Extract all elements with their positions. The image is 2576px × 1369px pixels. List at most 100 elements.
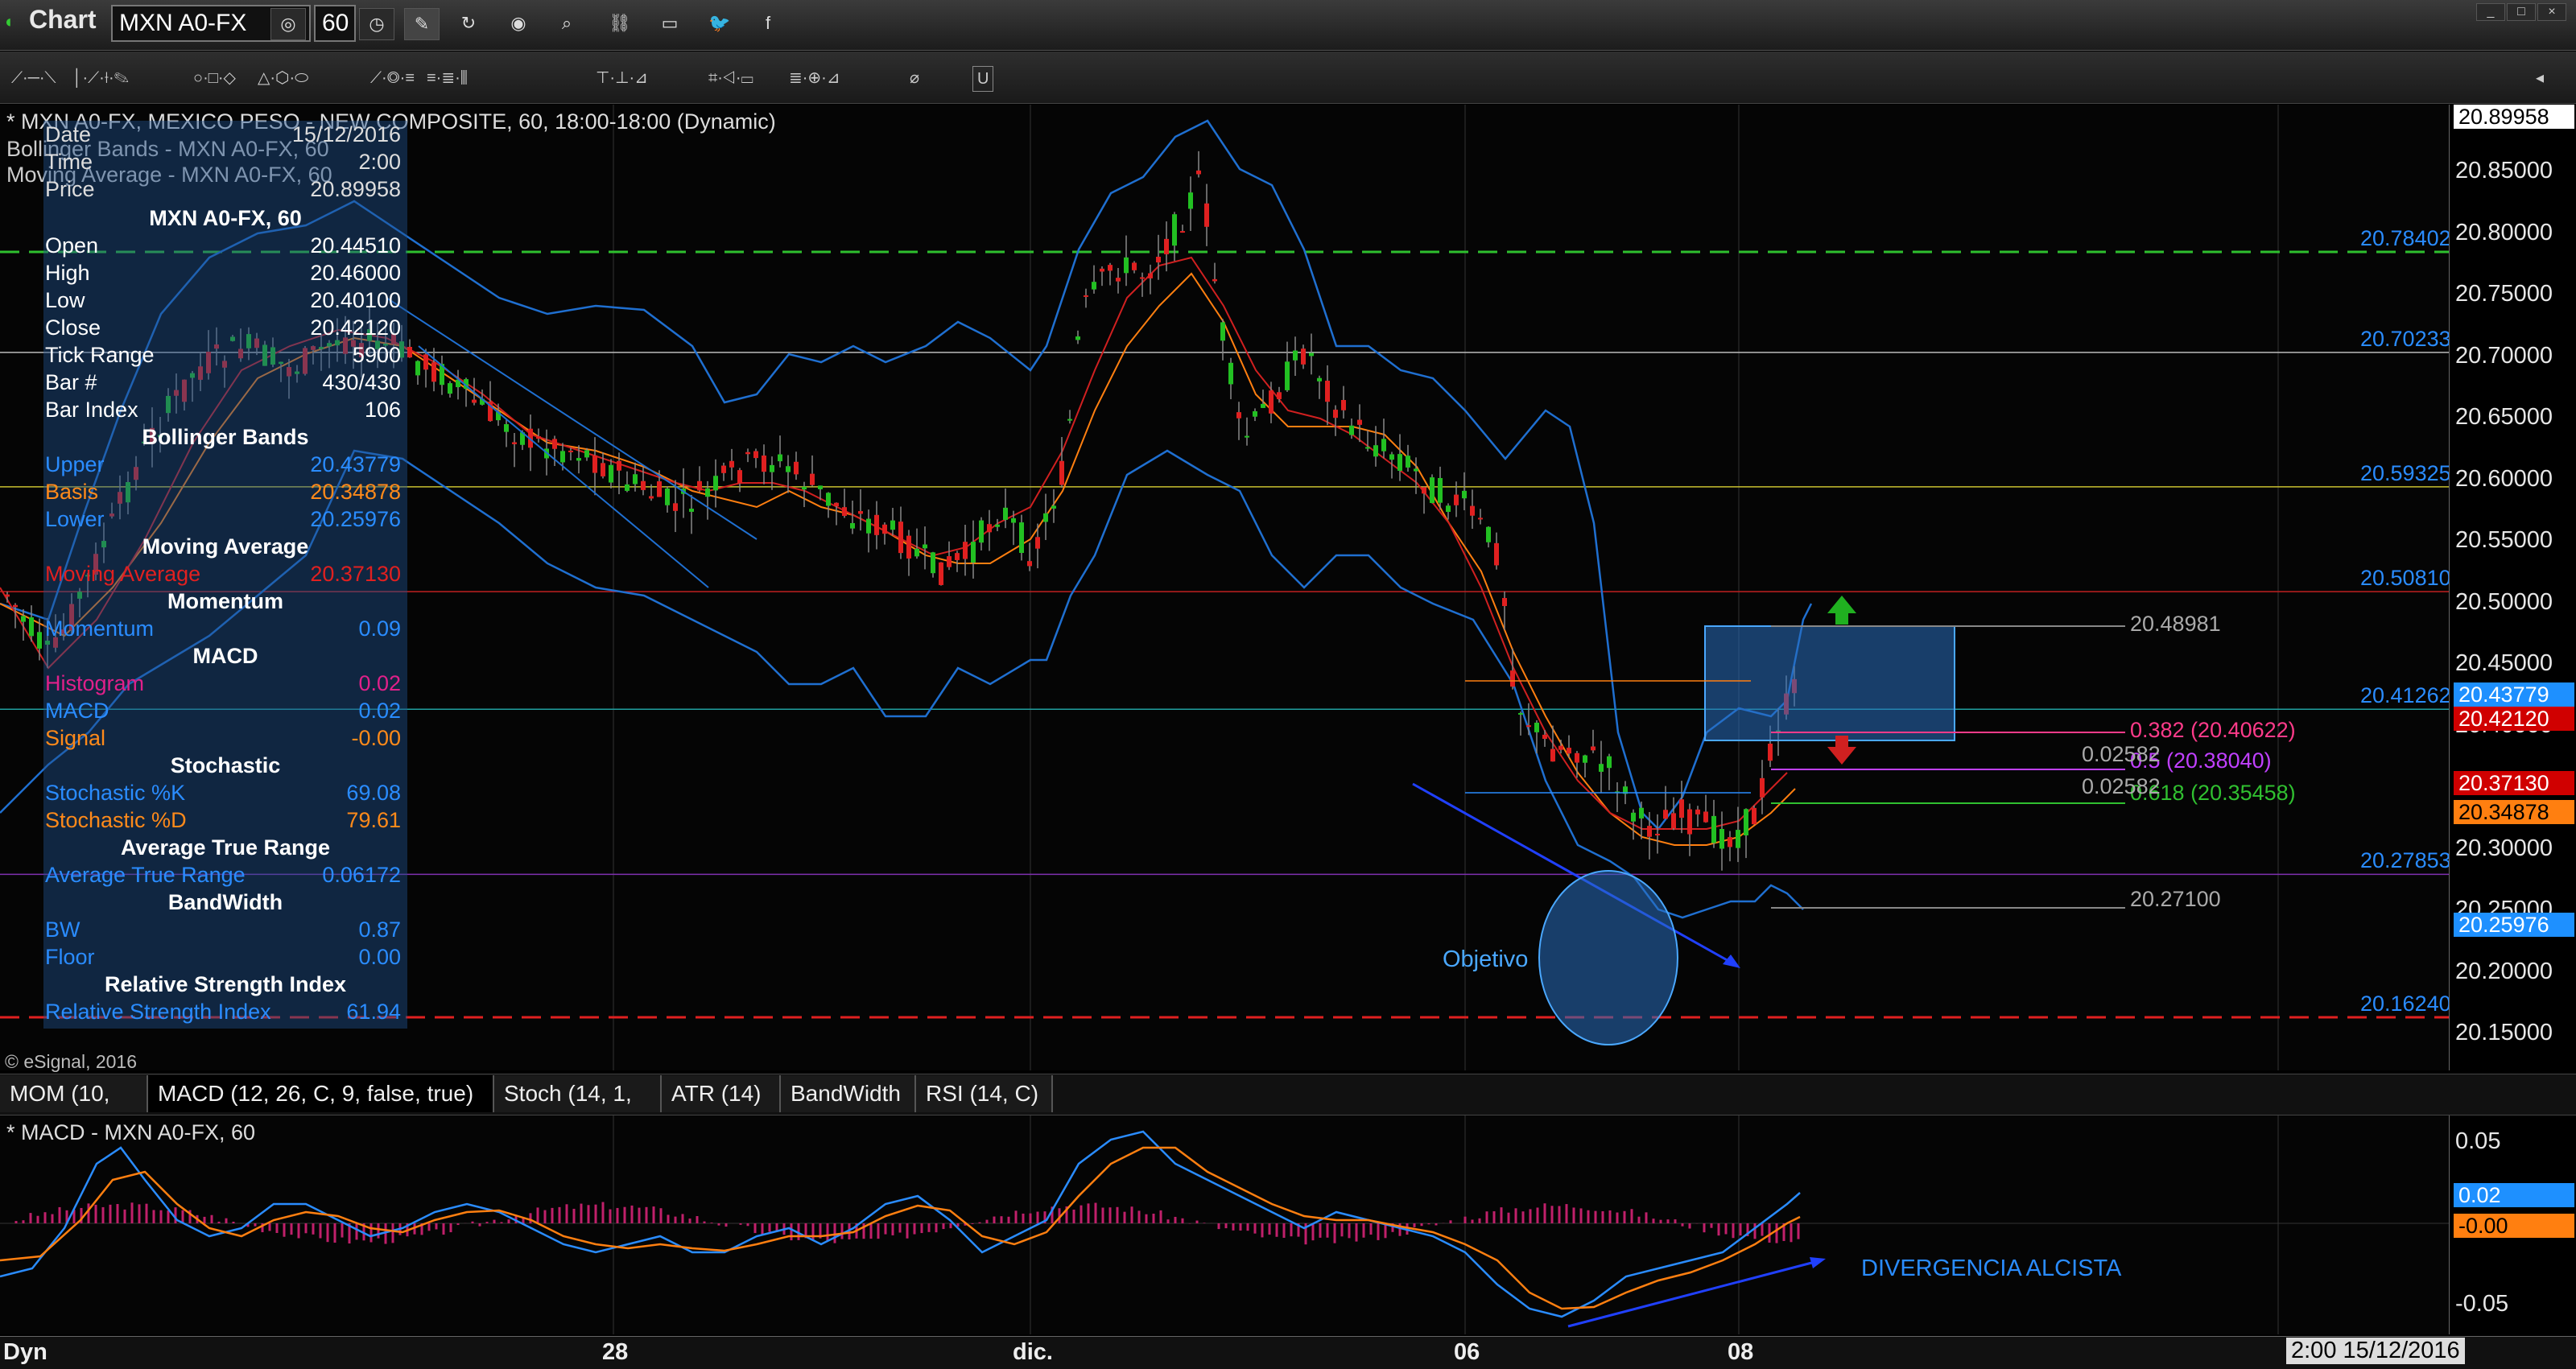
info-series-title: MXN A0-FX, 60: [149, 206, 302, 230]
price-tick: 20.60000: [2455, 465, 2553, 492]
maximize-button[interactable]: □: [2507, 3, 2536, 21]
text-tools-icon[interactable]: ⊤·⊥·⊿: [596, 66, 648, 90]
horizontal-line-label: 20.16240: [2360, 992, 2451, 1016]
info-section-title: Bollinger Bands: [142, 425, 309, 449]
info-section-title: Momentum: [167, 589, 283, 613]
eraser-icon[interactable]: ⌀: [910, 66, 919, 90]
divergencia-label: DIVERGENCIA ALCISTA: [1861, 1256, 2122, 1281]
refresh-icon[interactable]: ↻: [451, 8, 486, 40]
fib-level-bottom: 20.27100: [2130, 887, 2221, 911]
info-section-title: MACD: [192, 644, 258, 668]
interval-clock-icon[interactable]: ◷: [359, 8, 394, 40]
price-tick: 20.55000: [2455, 527, 2553, 553]
info-section-title: BandWidth: [167, 890, 283, 914]
interval-input[interactable]: 60: [314, 5, 356, 42]
macd-tick-low: -0.05: [2455, 1291, 2509, 1317]
esignal-logo-icon: ◐: [5, 11, 16, 31]
horizontal-line-label: 20.50810: [2360, 566, 2451, 591]
price-scale-tag: 20.42120: [2454, 707, 2574, 731]
info-value-row: MACD 0.02: [45, 699, 401, 723]
macd-pane-title: * MACD - MXN A0-FX, 60: [6, 1120, 256, 1144]
close-button[interactable]: ×: [2537, 3, 2566, 21]
price-tick: 20.20000: [2455, 958, 2553, 984]
price-tick: 20.85000: [2455, 158, 2553, 183]
study-tab[interactable]: ATR (14): [662, 1075, 781, 1112]
minimize-button[interactable]: _: [2476, 3, 2505, 21]
fib-tools-icon[interactable]: ≡·≣·⫼: [427, 66, 468, 90]
target-icon[interactable]: ◉: [501, 8, 536, 40]
link-icon[interactable]: ⛓: [602, 8, 638, 40]
study-tab[interactable]: BandWidth: [781, 1075, 916, 1112]
study-tab[interactable]: Stoch (14, 1, 3): [494, 1075, 662, 1143]
macd-value-tag: 0.02: [2454, 1183, 2574, 1207]
underline-tool-icon[interactable]: U: [972, 66, 994, 92]
objetivo-label: Objetivo: [1443, 946, 1529, 972]
info-date-row: Date 15/12/2016: [45, 122, 401, 146]
facebook-icon[interactable]: f: [750, 8, 786, 40]
info-value-row: Relative Strength Index 61.94: [45, 1000, 401, 1024]
info-price-row: Price 20.89958: [45, 177, 401, 201]
info-section-title: Relative Strength Index: [104, 972, 347, 996]
info-value-row: Stochastic %D 79.61: [45, 808, 401, 832]
shape-tools-icon[interactable]: ○·□·◇: [193, 66, 236, 90]
price-tick: 20.65000: [2455, 404, 2553, 430]
time-label-06: 06: [1454, 1339, 1480, 1365]
price-tick: 20.30000: [2455, 835, 2553, 861]
copyright: © eSignal, 2016: [5, 1051, 138, 1072]
polygon-tools-icon[interactable]: △·⬡·⬭: [258, 66, 308, 90]
price-scale-tag: 20.34878: [2454, 800, 2574, 824]
info-value-row: Average True Range 0.06172: [45, 863, 401, 887]
info-value-row: Tick Range 5900: [45, 343, 401, 367]
time-label-dic: dic.: [1013, 1339, 1053, 1365]
symbol-search-icon[interactable]: ◎: [270, 8, 306, 40]
time-label-28: 28: [602, 1339, 629, 1365]
fib-delta-1: 0.02582: [2082, 742, 2161, 766]
draw-pen-icon[interactable]: ✎: [404, 8, 440, 40]
toolbar-expand-icon[interactable]: ◂: [2536, 66, 2544, 90]
marker-tools-icon[interactable]: ⌗·◁·▭: [708, 66, 753, 90]
info-value-row: High 20.46000: [45, 261, 401, 285]
search-icon[interactable]: ⌕: [549, 8, 584, 40]
price-scale-tag: 20.89958: [2454, 105, 2574, 129]
time-axis-mode[interactable]: Dyn: [3, 1339, 47, 1366]
price-tick: 20.15000: [2455, 1020, 2553, 1045]
drawing-toolbar: ⟋·─·⟍ │·⟋·⟊·✎ ○·□·◇ △·⬡·⬭ ⟋·◎·≡ ≡·≣·⫼ ⊤·…: [0, 52, 2576, 104]
objetivo-target-ellipse: [1538, 870, 1678, 1045]
price-scale-tag: 20.37130: [2454, 771, 2574, 795]
window-title: Chart: [29, 5, 97, 34]
trend-tools-icon[interactable]: │·⟋·⟊·✎: [72, 66, 129, 90]
info-value-row: Lower 20.25976: [45, 507, 401, 531]
price-tick: 20.75000: [2455, 281, 2553, 307]
info-value-row: Upper 20.43779: [45, 452, 401, 476]
misc-tools-icon[interactable]: ≣·⊕·⊿: [789, 66, 840, 90]
title-bar: ◐ Chart MXN A0-FX ◎ 60 ◷ ✎ ↻ ◉ ⌕ ⛓ ▭ 🐦 f…: [0, 0, 2576, 51]
info-value-row: Close 20.42120: [45, 315, 401, 340]
time-cursor-label: 2:00 15/12/2016: [2286, 1338, 2465, 1364]
fibonacci-zone-box: [1704, 625, 1955, 741]
price-scale-tag: 20.25976: [2454, 913, 2574, 937]
horizontal-line-label: 20.78402: [2360, 225, 2451, 250]
macd-pane[interactable]: * MACD - MXN A0-FX, 60 DIVERGENCIA ALCIS…: [0, 1115, 2449, 1334]
study-tab[interactable]: RSI (14, C): [916, 1075, 1053, 1112]
line-tools-icon[interactable]: ⟋·─·⟍: [11, 66, 56, 90]
up-arrow-icon: [1827, 596, 1856, 625]
info-value-row: Histogram 0.02: [45, 671, 401, 695]
study-tab[interactable]: MACD (12, 26, C, 9, false, true): [148, 1075, 494, 1112]
time-axis[interactable]: [0, 1336, 2576, 1369]
horizontal-line-label: 20.70233: [2360, 326, 2451, 351]
macd-signal-tag: -0.00: [2454, 1214, 2574, 1238]
price-tick: 20.80000: [2455, 219, 2553, 245]
chat-icon[interactable]: ▭: [652, 8, 687, 40]
fib-level-0382: 0.382 (20.40622): [2130, 718, 2296, 742]
info-section-title: Average True Range: [120, 835, 331, 860]
info-value-row: Bar #430/430: [45, 370, 401, 394]
study-tab[interactable]: MOM (10, C): [0, 1075, 148, 1143]
macd-canvas[interactable]: [0, 1115, 2449, 1334]
horizontal-line-label: 20.59325: [2360, 460, 2451, 485]
twitter-icon[interactable]: 🐦: [702, 8, 737, 40]
channel-tools-icon[interactable]: ⟋·◎·≡: [370, 66, 415, 90]
info-section-title: Stochastic: [170, 753, 281, 777]
fib-delta-2: 0.02582: [2082, 774, 2161, 798]
info-value-row: Momentum 0.09: [45, 616, 401, 641]
macd-tick-high: 0.05: [2455, 1128, 2501, 1154]
